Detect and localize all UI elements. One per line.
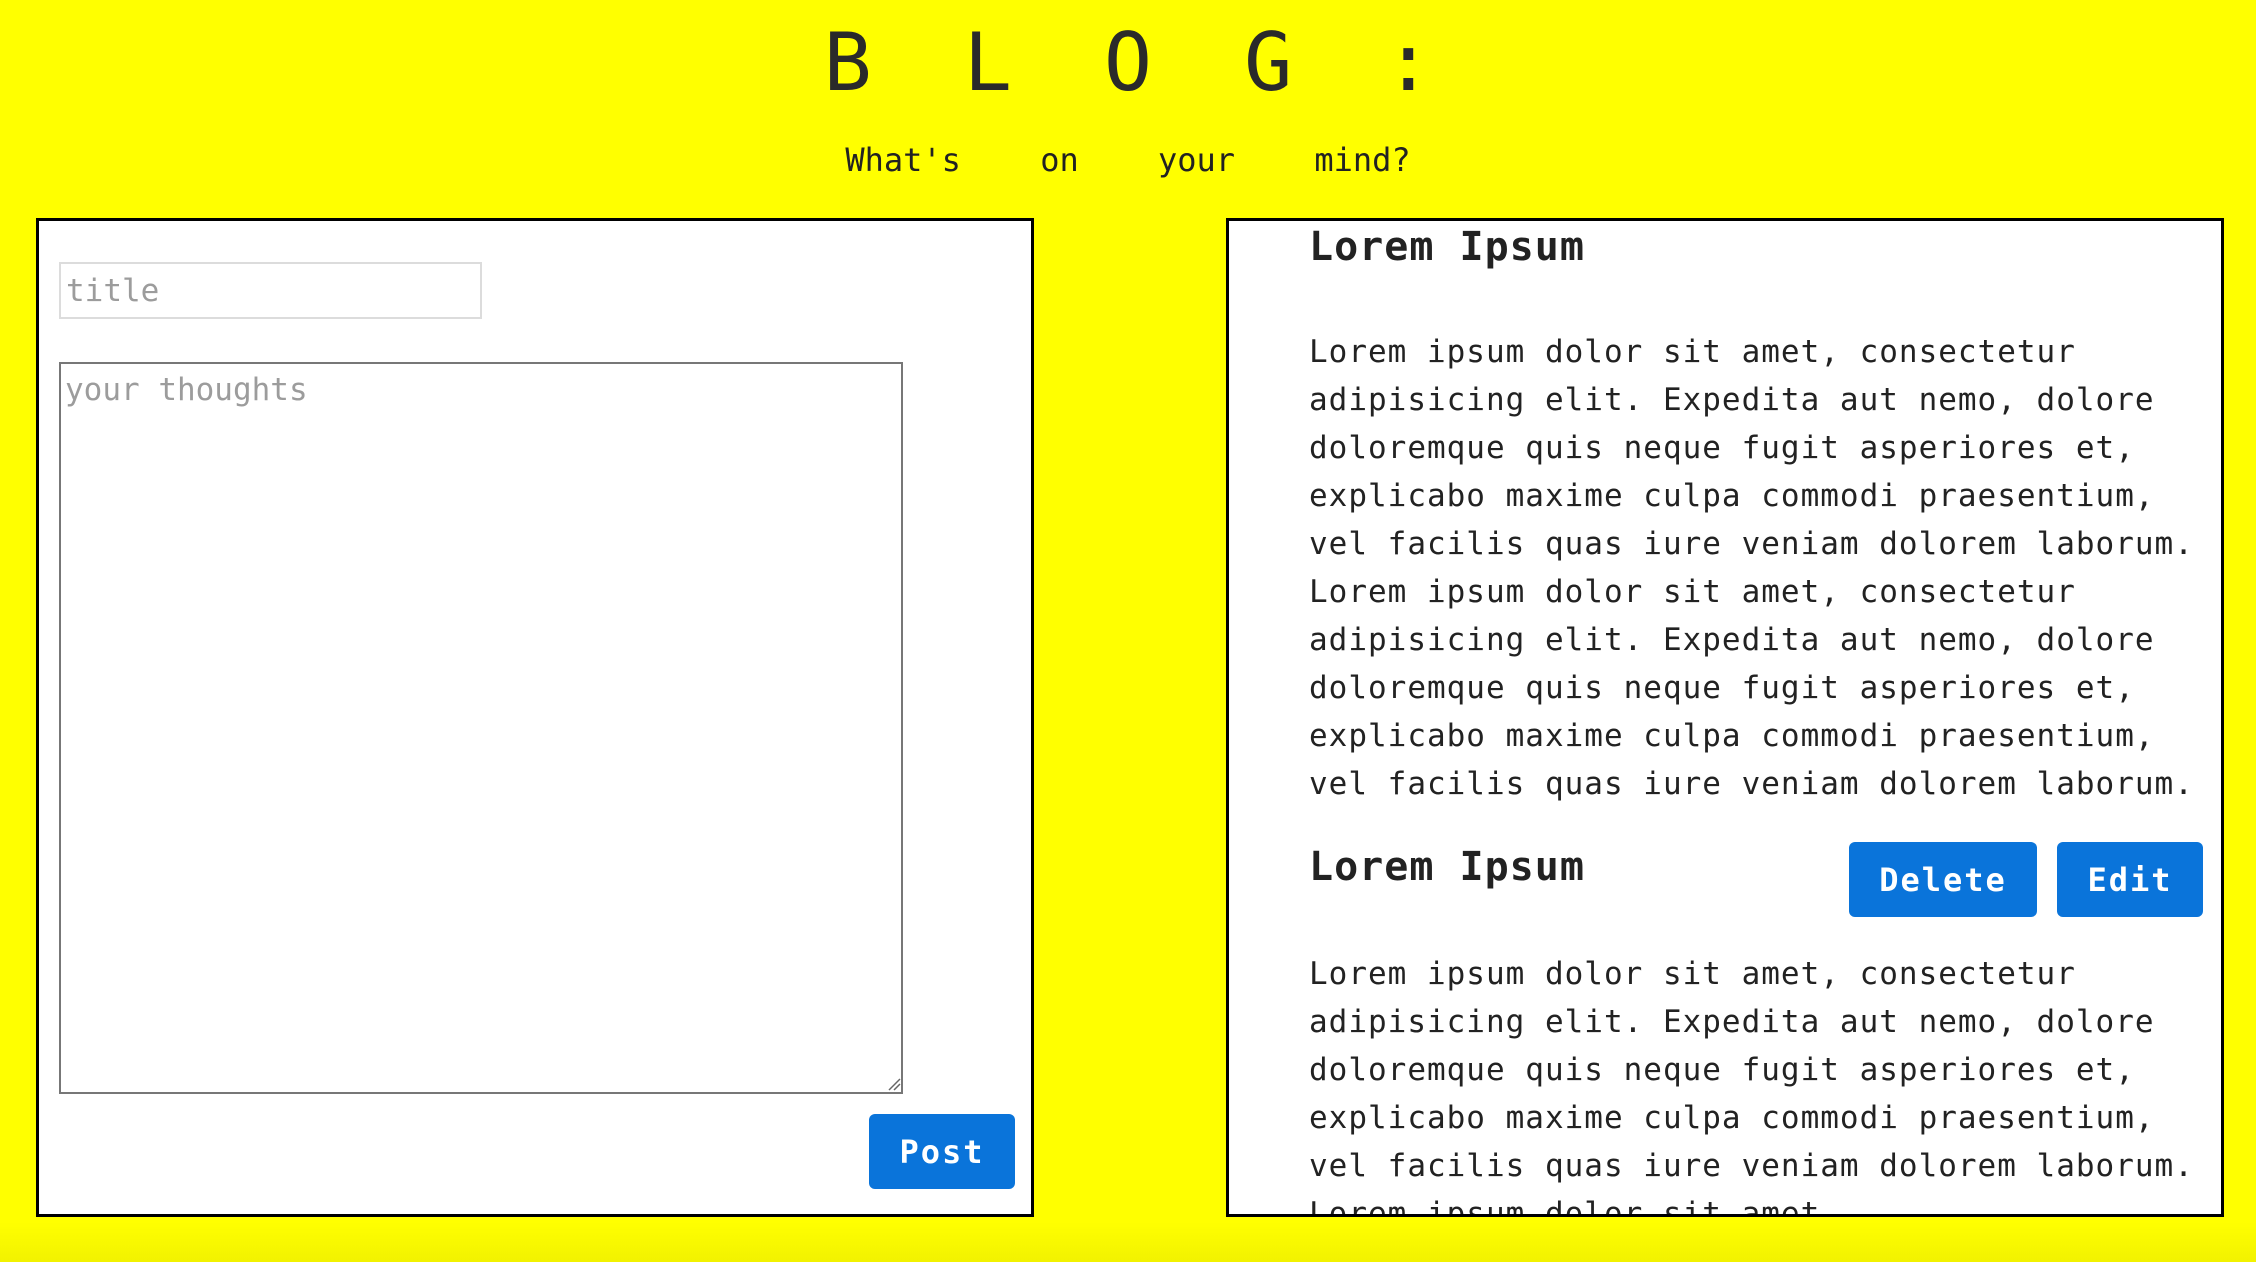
post-editor-panel: Post	[36, 218, 1034, 1217]
post-button[interactable]: Post	[869, 1114, 1015, 1189]
thoughts-textarea[interactable]	[59, 362, 903, 1094]
site-title: BLOG:	[823, 16, 1525, 109]
post-title: Lorem Ipsum	[1309, 224, 1585, 270]
edit-button[interactable]: Edit	[2057, 842, 2203, 917]
delete-button[interactable]: Delete	[1849, 842, 2037, 917]
post-body: Lorem ipsum dolor sit amet, consectetur …	[1309, 334, 2194, 802]
tagline: What's on your mind?	[845, 141, 1411, 179]
resize-grip-icon[interactable]	[887, 1077, 901, 1091]
page-footer-shade	[0, 1222, 2256, 1262]
page-header: BLOG: What's on your mind?	[0, 0, 2256, 210]
title-input[interactable]	[59, 262, 482, 319]
post-body: Lorem ipsum dolor sit amet, consectetur …	[1309, 956, 2194, 1217]
post-title: Lorem Ipsum	[1309, 844, 1585, 890]
posts-panel[interactable]: Lorem Ipsum Lorem ipsum dolor sit amet, …	[1226, 218, 2224, 1217]
